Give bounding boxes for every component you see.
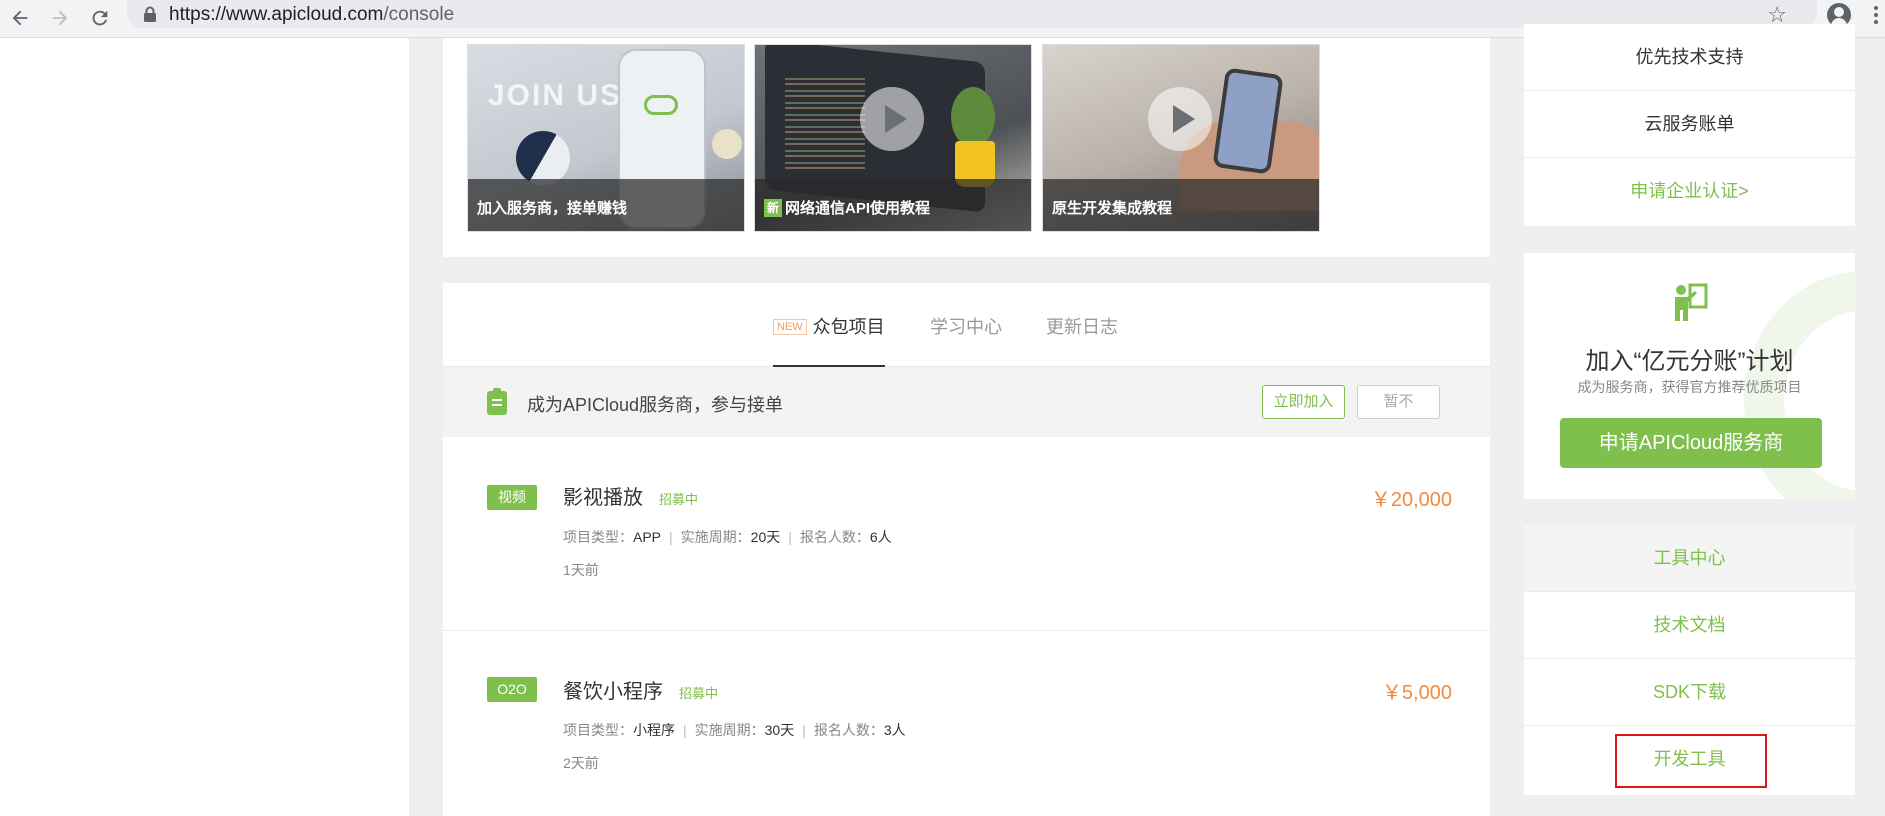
project-title-row: 餐饮小程序 招募中 <box>563 675 718 704</box>
sidebar-item-cloud-billing[interactable]: 云服务账单 <box>1524 91 1855 158</box>
meta-value: APP <box>633 529 662 545</box>
project-title[interactable]: 餐饮小程序 <box>563 681 663 703</box>
banner-card: JOIN US 加入服务商，接单赚钱 新网络通信API使用教程 原生开发集成教程 <box>443 38 1490 257</box>
sidebar-item-sdk-download[interactable]: SDK下载 <box>1524 659 1855 726</box>
notice-text: 成为APICloud服务商，参与接单 <box>527 395 784 415</box>
project-status: 招募中 <box>659 492 699 507</box>
url-host: https://www.apicloud.com <box>169 4 384 25</box>
tab-label: 更新日志 <box>1046 317 1118 337</box>
banner-caption: 网络通信API使用教程 <box>785 200 931 217</box>
list-item[interactable]: 视频 影视播放 招募中 项目类型：APP | 实施周期：20天 | 报名人数：6人 1天前… <box>443 437 1490 631</box>
banner-native-integration-tutorial[interactable]: 原生开发集成教程 <box>1042 44 1320 232</box>
sidebar-account-card: 优先技术支持 云服务账单 申请企业认证> <box>1524 24 1855 226</box>
meta-value: 20天 <box>750 529 781 545</box>
apply-service-provider-button[interactable]: 申请APICloud服务商 <box>1560 418 1822 468</box>
banner-caption: 原生开发集成教程 <box>1043 179 1319 231</box>
project-meta: 项目类型：小程序 | 实施周期：30天 | 报名人数：3人 <box>563 720 914 740</box>
url-path: /console <box>383 4 455 25</box>
clipboard-icon <box>487 388 507 415</box>
project-status: 招募中 <box>679 686 719 701</box>
project-time: 2天前 <box>563 755 599 771</box>
banner-caption: 加入服务商，接单赚钱 <box>468 179 744 231</box>
sidebar-item-tool-center[interactable]: 工具中心 <box>1524 525 1855 592</box>
sidebar-item-dev-tools-row: 开发工具 <box>1524 726 1855 793</box>
forward-icon[interactable] <box>44 2 76 34</box>
meta-separator: | <box>683 722 687 738</box>
sidebar-item-tech-docs[interactable]: 技术文档 <box>1524 592 1855 659</box>
project-meta: 项目类型：APP | 实施周期：20天 | 报名人数：6人 <box>563 527 900 547</box>
tool-center-card: 工具中心 技术文档 SDK下载 开发工具 <box>1524 525 1855 795</box>
meta-label: 项目类型： <box>563 529 633 545</box>
banner-network-api-tutorial[interactable]: 新网络通信API使用教程 <box>754 44 1032 232</box>
tab-label: 学习中心 <box>930 317 1002 337</box>
list-item[interactable]: O2O 餐饮小程序 招募中 项目类型：小程序 | 实施周期：30天 | 报名人数：3人 2… <box>443 632 1490 816</box>
reload-icon[interactable] <box>84 2 116 34</box>
tab-crowdsourcing[interactable]: NEW 众包项目 <box>773 313 885 367</box>
projects-card: NEW 众包项目 学习中心 更新日志 成为APICloud服务商，参与接单 立即加… <box>443 283 1490 816</box>
apicloud-logo-icon <box>644 95 678 115</box>
project-time: 1天前 <box>563 562 599 578</box>
teacher-icon <box>1675 283 1708 321</box>
back-icon[interactable] <box>4 2 36 34</box>
meta-label: 实施周期： <box>694 722 765 738</box>
tab-changelog[interactable]: 更新日志 <box>1046 313 1118 367</box>
url-text: https://www.apicloud.com/console <box>169 4 454 26</box>
meta-value: 6人 <box>869 529 892 545</box>
meta-value: 小程序 <box>633 722 675 738</box>
sidebar-item-priority-support[interactable]: 优先技术支持 <box>1524 24 1855 91</box>
menu-kebab-icon[interactable] <box>1874 4 1880 26</box>
project-category-tag: O2O <box>487 677 537 702</box>
provider-notice-bar: 成为APICloud服务商，参与接单 立即加入 暂不 <box>443 367 1490 437</box>
meta-separator: | <box>802 722 806 738</box>
not-now-button[interactable]: 暂不 <box>1357 385 1440 419</box>
join-now-button[interactable]: 立即加入 <box>1262 385 1345 419</box>
project-title-row: 影视播放 招募中 <box>563 481 698 510</box>
meta-label: 项目类型： <box>563 722 633 738</box>
play-icon[interactable] <box>860 87 924 151</box>
new-tag: 新 <box>764 199 782 217</box>
promo-subtitle: 成为服务商，获得官方推荐优质项目 <box>1577 379 1802 395</box>
highlight-box <box>1615 734 1767 788</box>
banner-join-service-provider[interactable]: JOIN US 加入服务商，接单赚钱 <box>467 44 745 232</box>
banner-caption-wrap: 新网络通信API使用教程 <box>755 179 1031 231</box>
decor-sphere <box>516 131 570 185</box>
decor-sphere <box>712 129 742 159</box>
meta-separator: | <box>788 529 792 545</box>
new-badge: NEW <box>773 319 807 335</box>
meta-value: 30天 <box>764 722 795 738</box>
tab-label: 众包项目 <box>812 317 885 337</box>
tab-learning-center[interactable]: 学习中心 <box>930 313 1002 367</box>
meta-value: 3人 <box>883 722 906 738</box>
meta-label: 报名人数： <box>799 529 870 545</box>
project-price: ￥5,000 <box>1381 682 1452 704</box>
meta-label: 实施周期： <box>680 529 751 545</box>
sidebar-item-enterprise-verification[interactable]: 申请企业认证> <box>1524 158 1855 225</box>
code-illustration <box>785 73 865 173</box>
project-title[interactable]: 影视播放 <box>563 487 643 509</box>
plant-illustration <box>951 87 995 147</box>
banner-art-text: JOIN US <box>488 79 623 112</box>
meta-label: 报名人数： <box>813 722 884 738</box>
project-price: ￥20,000 <box>1370 489 1452 511</box>
meta-separator: | <box>669 529 673 545</box>
lock-icon <box>144 6 156 22</box>
tab-bar: NEW 众包项目 学习中心 更新日志 <box>443 283 1490 367</box>
provider-promo-card: 加入“亿元分账”计划 成为服务商，获得官方推荐优质项目 申请APICloud服务… <box>1524 253 1855 499</box>
promo-title: 加入“亿元分账”计划 <box>1585 348 1794 375</box>
project-category-tag: 视频 <box>487 485 537 510</box>
play-icon[interactable] <box>1148 87 1212 151</box>
